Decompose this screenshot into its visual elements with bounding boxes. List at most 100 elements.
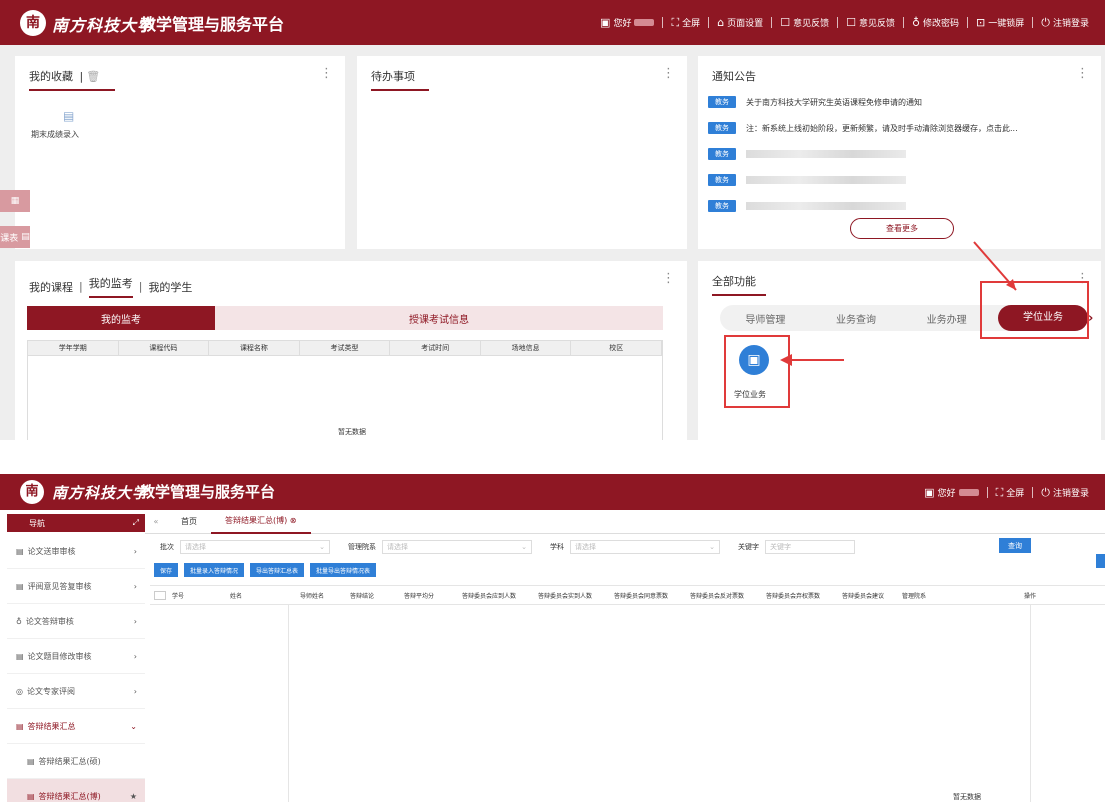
- notice-item[interactable]: 教务: [708, 200, 906, 212]
- page-settings-button[interactable]: ⌂ 页面设置: [709, 16, 771, 29]
- logout-button[interactable]: ⏻ 注销登录: [1033, 486, 1097, 499]
- tab-home[interactable]: 首页: [167, 510, 211, 534]
- fullscreen-label: 全屏: [682, 19, 701, 29]
- department-select[interactable]: 请选择 ⌄: [382, 540, 532, 554]
- subtab-exam-info[interactable]: 授课考试信息: [215, 306, 663, 330]
- tab-my-invigilation[interactable]: 我的监考: [88, 275, 133, 298]
- query-button[interactable]: 查询: [999, 538, 1031, 553]
- more-options-icon[interactable]: ⋮: [662, 66, 675, 81]
- expert-icon: ◎: [16, 686, 23, 696]
- feedback-button-2[interactable]: ☐ 意见反馈: [838, 16, 903, 29]
- logout-button[interactable]: ⏻ 注销登录: [1033, 16, 1097, 29]
- user-greeting[interactable]: ▣ 您好: [592, 16, 662, 29]
- chevron-down-icon: ⌄: [130, 721, 137, 731]
- todo-underline: [371, 89, 429, 91]
- keyword-input[interactable]: 关键字: [765, 540, 855, 554]
- fullscreen-button[interactable]: ⛶ 全屏: [663, 16, 708, 29]
- tab-advisor-management[interactable]: 导师管理: [720, 311, 811, 326]
- schedule-icon: ▤: [21, 232, 30, 242]
- filter-keyword: 关键字 关键字: [738, 540, 855, 554]
- sidebar-subitem-active[interactable]: ▤ 答辩结果汇总(博) ★: [7, 779, 145, 802]
- table-header: 学号 姓名 导师姓名 答辩结论 答辩平均分 答辩委员会应到人数 答辩委员会实到人…: [150, 585, 1105, 605]
- tab-bar: « 首页 答辩结果汇总(博) ⊗: [145, 510, 1105, 534]
- sidebar-item[interactable]: ▤ 论文题目修改审核 ›: [7, 639, 145, 674]
- notice-item[interactable]: 教务 关于南方科技大学研究生英语课程免修申请的通知: [708, 96, 922, 108]
- university-name: 南方科技大学: [52, 484, 149, 502]
- university-logo: 南: [20, 10, 46, 36]
- notice-item[interactable]: 教务 注：新系统上线初始阶段，更新频繁，请及时手动清除浏览器缓存，点击此...: [708, 122, 1018, 134]
- more-options-icon[interactable]: ⋮: [320, 66, 333, 81]
- platform-title: 教学管理与服务平台: [140, 483, 276, 501]
- grade-entry-link[interactable]: 期末成绩录入: [31, 129, 79, 140]
- tab-business-query[interactable]: 业务查询: [811, 311, 902, 326]
- sidebar-item[interactable]: ▤ 论文送审审核 ›: [7, 534, 145, 569]
- sidebar-item[interactable]: ▤ 答辩结果汇总 ⌄: [7, 709, 145, 744]
- chevron-right-icon: ›: [133, 651, 137, 661]
- logout-label: 注销登录: [1052, 19, 1089, 29]
- discipline-select[interactable]: 请选择 ⌄: [570, 540, 720, 554]
- view-more-button[interactable]: 查看更多: [850, 218, 954, 239]
- courses-subtabs: 我的监考 授课考试信息: [27, 306, 663, 330]
- fullscreen-button[interactable]: ⛶ 全屏: [988, 486, 1033, 499]
- column-header: 课程代码: [119, 341, 210, 355]
- notice-text-blurred: [746, 202, 906, 210]
- courses-table-header: 学年学期 课程代码 课程名称 考试类型 考试时间 场地信息 校区: [27, 340, 663, 356]
- notice-item[interactable]: 教务: [708, 148, 906, 160]
- schedule-side-tab[interactable]: 课表 ▤: [0, 226, 30, 248]
- tab-my-courses[interactable]: 我的课程: [29, 279, 73, 295]
- bottom-screenshot: 南 南方科技大学 教学管理与服务平台 ▣ 您好 ⛶ 全屏 ⏻ 注销登录 导航 ⤢ ▤ 论…: [0, 474, 1105, 802]
- doc-icon: ▤: [27, 791, 35, 801]
- notice-tag: 教务: [708, 96, 736, 108]
- notice-text: 关于南方科技大学研究生英语课程免修申请的通知: [746, 97, 922, 107]
- save-button[interactable]: 保存: [154, 563, 179, 577]
- sidebar-item[interactable]: ♁ 论文答辩审核 ›: [7, 604, 145, 639]
- star-icon: ★: [129, 791, 137, 801]
- subtab-my-invigilation[interactable]: 我的监考: [27, 306, 215, 330]
- batch-select[interactable]: 请选择 ⌄: [180, 540, 330, 554]
- page-settings-label: 页面设置: [727, 19, 764, 29]
- university-logo: 南: [20, 480, 44, 504]
- feedback-button[interactable]: ☐ 意见反馈: [772, 16, 837, 29]
- calendar-icon: ▦: [10, 196, 20, 206]
- calendar-side-tab[interactable]: ▦: [0, 190, 30, 212]
- tab-business-handling[interactable]: 业务办理: [901, 311, 992, 326]
- more-options-icon[interactable]: ⋮: [662, 271, 675, 286]
- batch-export-button[interactable]: 批量导出答辩情况表: [310, 563, 377, 577]
- sidebar-item[interactable]: ▤ 评阅意见答复审核 ›: [7, 569, 145, 604]
- double-chevron-left-icon[interactable]: «: [145, 517, 167, 526]
- key-icon: ♁: [911, 16, 921, 29]
- more-options-icon[interactable]: ⋮: [1076, 66, 1089, 81]
- side-toggle[interactable]: [1096, 554, 1105, 568]
- lock-screen-button[interactable]: ⊡ 一键锁屏: [968, 16, 1032, 29]
- grade-entry-icon[interactable]: ▤: [63, 109, 74, 123]
- feedback-label: 意见反馈: [793, 19, 830, 29]
- column-header: 答辩平均分: [404, 592, 435, 600]
- select-all-checkbox[interactable]: [154, 590, 166, 600]
- doc-icon: ▤: [16, 546, 24, 556]
- tab-my-students[interactable]: 我的学生: [148, 279, 192, 295]
- divider: |: [79, 280, 83, 293]
- sidebar-subitem[interactable]: ▤ 答辩结果汇总(硕): [7, 744, 145, 779]
- expand-icon[interactable]: ⤢: [133, 518, 139, 528]
- notices-card: 通知公告 ⋮ 教务 关于南方科技大学研究生英语课程免修申请的通知 教务 注：新系统上…: [698, 56, 1101, 249]
- app-header: 南 南方科技大学 教学管理与服务平台 ▣ 您好 ⛶ 全屏 ⏻ 注销登录: [0, 474, 1105, 510]
- column-header: 考试类型: [300, 341, 391, 355]
- change-password-button[interactable]: ♁ 修改密码: [904, 16, 967, 29]
- trash-icon: 🗑: [86, 70, 101, 83]
- column-header: 课程名称: [209, 341, 300, 355]
- batch-entry-button[interactable]: 批量录入答辩情况: [184, 563, 245, 577]
- user-greeting[interactable]: ▣ 您好: [916, 486, 986, 499]
- doc-icon: ▤: [16, 721, 24, 731]
- column-header: 答辩委员会建议: [842, 592, 885, 600]
- column-header: 考试时间: [390, 341, 481, 355]
- empty-state: 暂无数据: [338, 428, 366, 436]
- notice-item[interactable]: 教务: [708, 174, 906, 186]
- sidebar-item[interactable]: ◎ 论文专家评阅 ›: [7, 674, 145, 709]
- tab-defense-summary[interactable]: 答辩结果汇总(博) ⊗: [211, 510, 311, 534]
- shirt-icon: ⌂: [717, 16, 725, 29]
- export-summary-button[interactable]: 导出答辩汇总表: [250, 563, 305, 577]
- doc-icon: ▤: [27, 756, 35, 766]
- chevron-right-icon: ›: [133, 546, 137, 556]
- notice-tag: 教务: [708, 122, 736, 134]
- power-icon: ⏻: [1041, 16, 1050, 29]
